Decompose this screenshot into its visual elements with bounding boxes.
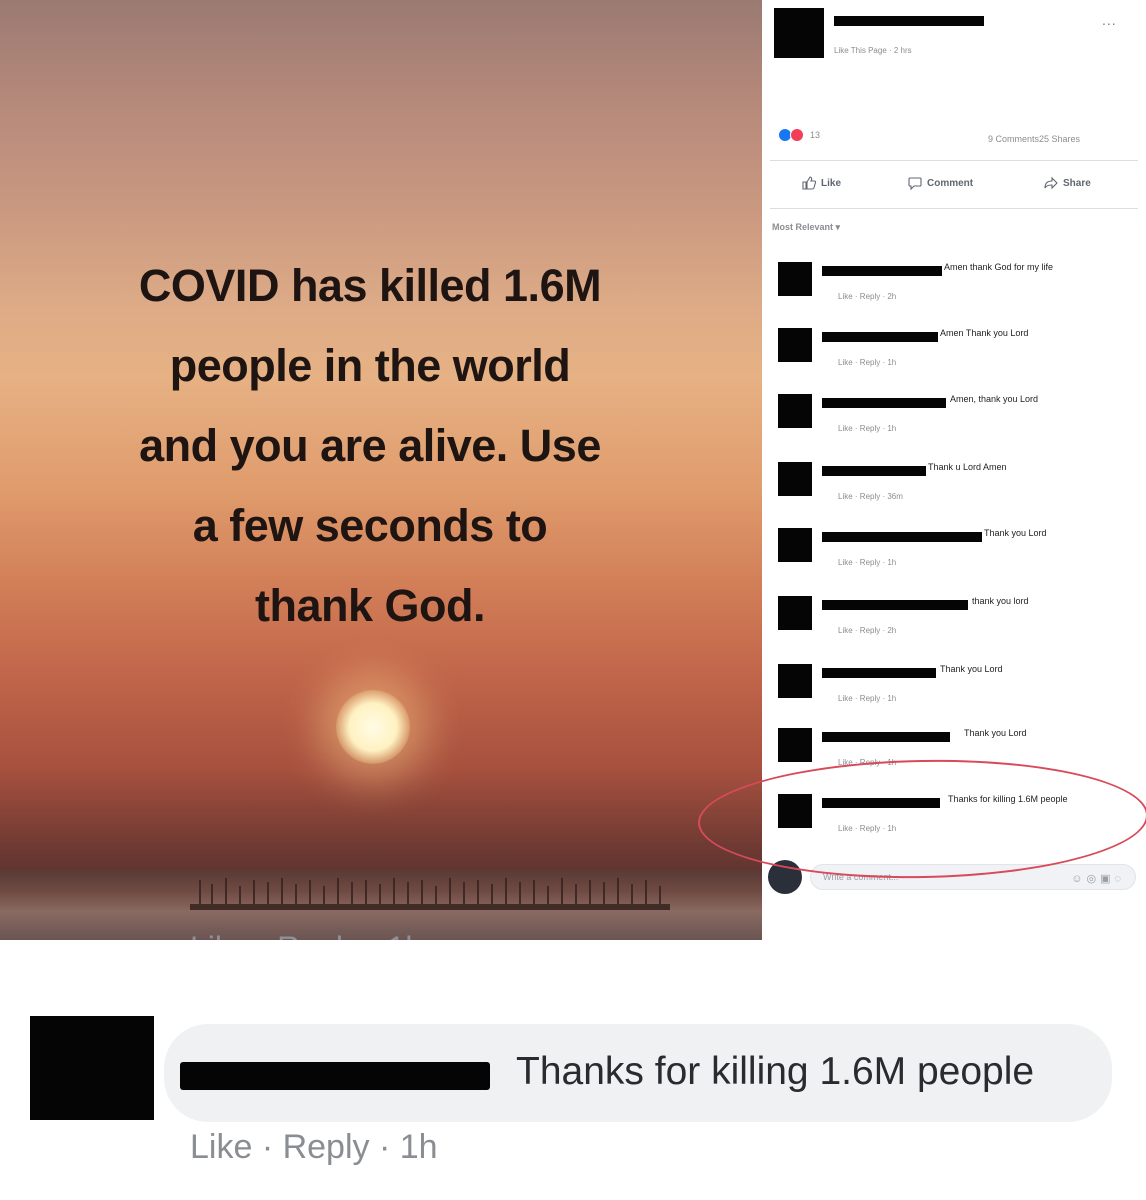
commenter-name-redacted[interactable]	[822, 266, 942, 276]
thumbs-up-icon	[802, 176, 816, 190]
comment-item: Amen Thank you Lord Like · Reply · 1h	[778, 328, 1138, 388]
more-options-icon[interactable]: ...	[1102, 12, 1117, 28]
stick-fence	[190, 878, 670, 910]
facebook-post-panel: Like This Page · 2 hrs ... 13 9 Comments…	[762, 0, 1146, 940]
commenter-avatar-redacted[interactable]	[778, 794, 812, 828]
share-label: Share	[1063, 177, 1091, 189]
post-image[interactable]: COVID has killed 1.6M people in the worl…	[0, 0, 762, 940]
comment-item: Thank you Lord Like · Reply · 1h	[778, 528, 1138, 588]
share-button[interactable]: Share	[1044, 176, 1091, 190]
comment-item-highlighted: Thanks for killing 1.6M people Like · Re…	[778, 794, 1138, 854]
comment-text: Amen, thank you Lord	[950, 394, 1039, 404]
comment-input-icons[interactable]: ☺◎▣◌	[1071, 872, 1125, 885]
commenter-name-redacted[interactable]	[822, 398, 946, 408]
comment-actions[interactable]: Like · Reply · 1h	[838, 824, 896, 833]
zoomed-comment: Thanks for killing 1.6M people Like · Re…	[0, 940, 1146, 1200]
comment-text: Thank u Lord Amen	[928, 462, 1007, 472]
commenter-name-redacted[interactable]	[822, 466, 926, 476]
reactions-count: 13	[810, 130, 821, 140]
comment-item: Thank u Lord Amen Like · Reply · 36m	[778, 462, 1138, 522]
headline-line: thank God.	[255, 580, 486, 631]
comment-text: Thanks for killing 1.6M people	[948, 794, 1068, 804]
comment-text: Amen thank God for my life	[944, 262, 1054, 272]
share-icon	[1044, 176, 1058, 190]
commenter-name-redacted[interactable]	[180, 1062, 490, 1090]
headline-line: and you are alive. Use	[139, 420, 601, 471]
commenter-avatar-redacted[interactable]	[778, 728, 812, 762]
comment-actions[interactable]: Like · Reply · 2h	[838, 292, 896, 301]
like-button[interactable]: Like	[802, 176, 841, 190]
commenter-avatar-redacted[interactable]	[778, 328, 812, 362]
post-subline: Like This Page · 2 hrs	[834, 46, 912, 55]
comment-actions[interactable]: Like · Reply · 1h	[838, 424, 896, 433]
comment-actions[interactable]: Like · Reply · 1h	[838, 558, 896, 567]
commenter-name-redacted[interactable]	[822, 600, 968, 610]
image-headline: COVID has killed 1.6M people in the worl…	[40, 246, 700, 646]
zoomed-comment-actions[interactable]: Like · Reply · 1h	[190, 1128, 438, 1167]
comment-item: Amen, thank you Lord Like · Reply · 1h	[778, 394, 1138, 454]
comment-text: thank you lord	[972, 596, 1029, 606]
comment-actions[interactable]: Like · Reply · 1h	[838, 694, 896, 703]
comment-button[interactable]: Comment	[908, 176, 973, 190]
comments-shares-count[interactable]: 9 Comments25 Shares	[988, 134, 1080, 144]
reactions-summary[interactable]: 13	[778, 128, 820, 142]
comment-item: Thank you Lord Like · Reply · 1h	[778, 728, 1138, 788]
comment-actions[interactable]: Like · Reply · 2h	[838, 626, 896, 635]
comment-text: Thank you Lord	[984, 528, 1047, 538]
commenter-avatar-redacted[interactable]	[778, 394, 812, 428]
commenter-avatar-redacted[interactable]	[778, 462, 812, 496]
comment-text: Amen Thank you Lord	[940, 328, 1029, 338]
comment-item: Thank you Lord Like · Reply · 1h	[778, 664, 1138, 724]
page-name-redacted	[834, 16, 984, 26]
comment-text: Thank you Lord	[964, 728, 1027, 738]
sort-comments-dropdown[interactable]: Most Relevant ▾	[772, 222, 840, 233]
comment-item: thank you lord Like · Reply · 2h	[778, 596, 1138, 656]
commenter-name-redacted[interactable]	[822, 332, 938, 342]
image-like-reply[interactable]: Like · Reply · 1h	[190, 930, 423, 940]
divider	[770, 208, 1138, 209]
commenter-name-redacted[interactable]	[822, 668, 936, 678]
divider	[770, 160, 1138, 161]
commenter-name-redacted[interactable]	[822, 732, 950, 742]
comment-item: Amen thank God for my life Like · Reply …	[778, 262, 1138, 322]
headline-line: COVID has killed 1.6M	[138, 260, 602, 311]
write-comment-input[interactable]: Write a comment... ☺◎▣◌	[810, 864, 1136, 890]
commenter-name-redacted[interactable]	[822, 798, 940, 808]
like-label: Like	[821, 177, 842, 189]
commenter-avatar-redacted[interactable]	[778, 528, 812, 562]
zoomed-comment-text: Thanks for killing 1.6M people	[516, 1050, 1035, 1093]
headline-line: people in the world	[169, 340, 571, 391]
commenter-avatar-redacted[interactable]	[778, 664, 812, 698]
headline-line: a few seconds to	[192, 500, 548, 551]
page-avatar-redacted	[774, 8, 824, 58]
comment-icon	[908, 177, 922, 190]
commenter-name-redacted[interactable]	[822, 532, 982, 542]
comment-actions[interactable]: Like · Reply · 1h	[838, 758, 896, 767]
comment-label: Comment	[927, 177, 974, 189]
write-comment-row: Write a comment... ☺◎▣◌	[768, 856, 1138, 896]
user-avatar[interactable]	[768, 860, 802, 894]
love-reaction-icon	[790, 128, 804, 142]
comment-actions[interactable]: Like · Reply · 36m	[838, 492, 903, 501]
commenter-avatar-redacted[interactable]	[778, 596, 812, 630]
write-comment-placeholder: Write a comment...	[823, 872, 899, 882]
comment-actions[interactable]: Like · Reply · 1h	[838, 358, 896, 367]
commenter-avatar-redacted[interactable]	[30, 1016, 154, 1120]
sun	[336, 690, 410, 764]
commenter-avatar-redacted[interactable]	[778, 262, 812, 296]
comment-text: Thank you Lord	[940, 664, 1003, 674]
